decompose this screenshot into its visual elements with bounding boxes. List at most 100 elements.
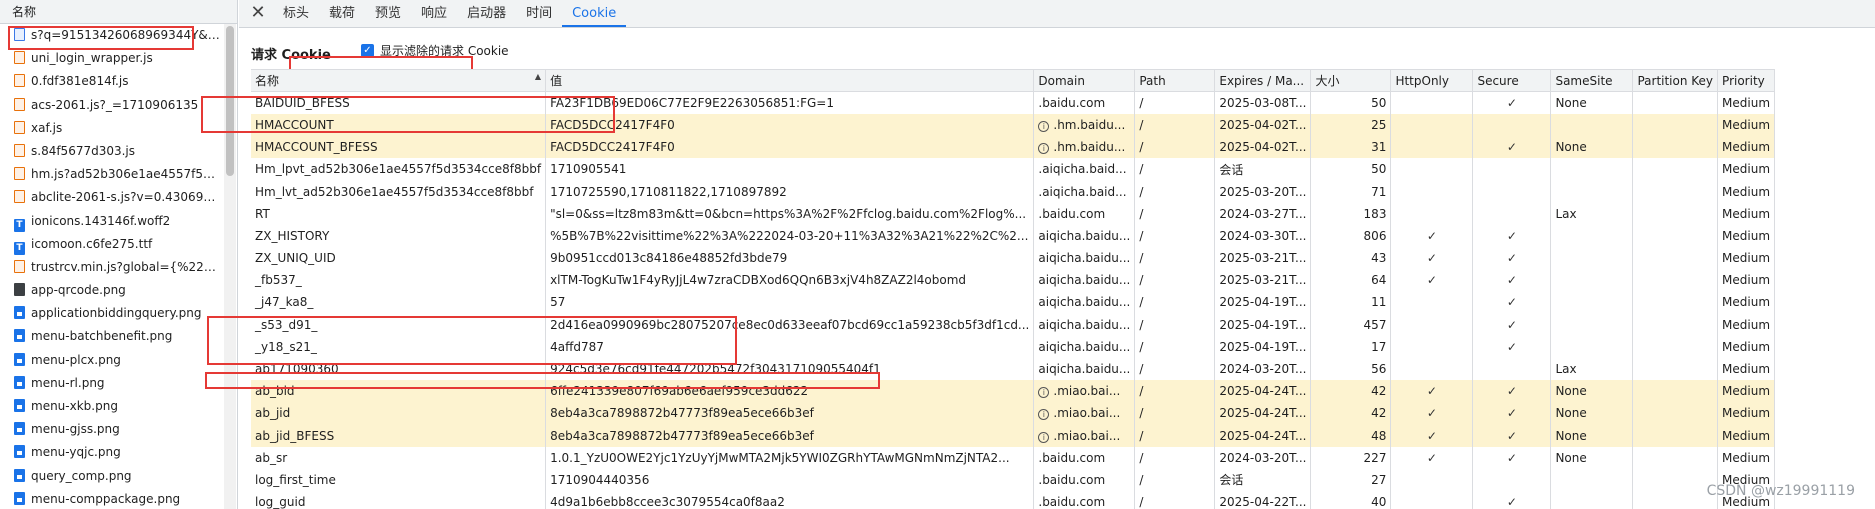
sort-ascending-icon[interactable]: ▲	[535, 72, 541, 81]
request-item[interactable]: xaf.js	[0, 117, 222, 140]
image-file-icon	[14, 283, 25, 297]
request-item[interactable]: query_comp.png	[0, 465, 222, 488]
cookie-row[interactable]: BAIDUID_BFESS FA23F1DB69ED06C77E2F9E22630…	[251, 91, 1776, 114]
request-item[interactable]: menu-xkb.png	[0, 395, 222, 418]
cookie-httponly-cell	[1390, 202, 1474, 225]
cookie-name: log_guid	[255, 495, 306, 509]
cookie-path: /	[1139, 472, 1144, 487]
column-header[interactable]: HttpOnly	[1390, 68, 1474, 93]
cookie-row[interactable]: ZX_HISTORY %5B%7B%22visittime%22%3A%22202…	[251, 224, 1776, 247]
column-header[interactable]: Partition Key	[1632, 68, 1719, 93]
info-icon[interactable]: i	[1038, 409, 1050, 421]
cookie-row[interactable]: Hm_lpvt_ad52b306e1ae4557f5d3534cce8f8bbf…	[251, 158, 1776, 181]
request-list-header[interactable]: 名称	[0, 0, 237, 24]
cookie-httponly: ✓	[1426, 428, 1437, 443]
tab-1[interactable]: 载荷	[319, 0, 365, 27]
request-item[interactable]: applicationbiddingquery.png	[0, 302, 222, 325]
cookie-httponly-cell	[1390, 180, 1474, 203]
tab-6[interactable]: Cookie	[562, 0, 627, 27]
column-header[interactable]: Priority	[1717, 68, 1776, 93]
tab-0[interactable]: 标头	[273, 0, 319, 27]
request-item[interactable]: trustrcv.min.js?global={%22co...	[0, 256, 222, 279]
tab-4[interactable]: 启动器	[457, 0, 516, 27]
request-name: menu-batchbenefit.png	[31, 329, 173, 344]
request-item[interactable]: app-qrcode.png	[0, 279, 222, 302]
cookie-row[interactable]: _y18_s21_ 4affd787 aiqicha.baidu... / 2025-0…	[251, 335, 1776, 358]
column-header[interactable]: 值	[545, 68, 1035, 93]
cookie-secure: ✓	[1506, 228, 1517, 243]
cookie-expires: 2025-04-19T...	[1219, 317, 1307, 332]
request-item[interactable]: menu-yqjc.png	[0, 441, 222, 464]
request-item[interactable]: s.84f5677d303.js	[0, 140, 222, 163]
cookie-path-cell: /	[1134, 158, 1216, 181]
request-name: ionicons.143146f.woff2	[31, 213, 171, 228]
cookie-size: 183	[1363, 206, 1387, 221]
close-icon[interactable]: ✕	[247, 0, 269, 27]
cookie-expires-cell: 2025-04-19T...	[1214, 291, 1312, 314]
info-icon[interactable]: i	[1038, 120, 1050, 132]
cookie-row[interactable]: log_first_time 1710904440356 .baidu.com / 会话…	[251, 468, 1776, 492]
cookie-row[interactable]: ab_sr 1.0.1_YzU0OWE2Yjc1YzUyYjMwMTA2Mjk5Y…	[251, 446, 1776, 469]
checkbox-checked-icon[interactable]: ✓	[361, 44, 374, 57]
cookie-row[interactable]: ab_jid_BFESS 8eb4a3ca7898872b47773f89ea5e…	[251, 424, 1776, 447]
cookie-priority-cell: Medium	[1717, 380, 1776, 403]
cookie-row[interactable]: ab_jid 8eb4a3ca7898872b47773f89ea5ece66b3…	[251, 402, 1776, 425]
tab-5[interactable]: 时间	[516, 0, 562, 27]
cookie-path-cell: /	[1134, 468, 1216, 492]
cookie-row[interactable]: ab171090360 924c5d3e76cd91fe447202b5472f3…	[251, 357, 1776, 381]
request-item[interactable]: Ticomoon.c6fe275.ttf	[0, 233, 222, 256]
cookie-domain-cell: i .hm.baidu...	[1033, 113, 1136, 137]
cookie-priority-cell: Medium	[1717, 357, 1776, 381]
tab-3[interactable]: 响应	[411, 0, 457, 27]
cookie-row[interactable]: ZX_UNIQ_UID 9b0951ccd013c84186e48852fd3bd…	[251, 247, 1776, 270]
request-item[interactable]: 0.fdf381e814f.js	[0, 70, 222, 93]
cookie-name-cell: ZX_UNIQ_UID	[251, 247, 547, 270]
cookie-row[interactable]: _fb537_ xlTM-TogKuTw1F4yRyJjL4w7zraCDBXod…	[251, 269, 1776, 292]
request-item[interactable]: hm.js?ad52b306e1ae4557f5d...	[0, 163, 222, 186]
cookie-row[interactable]: ab_bid 6ffe241339e807f69ab6e6aef959ce3dd6…	[251, 380, 1776, 403]
cookie-samesite: None	[1555, 406, 1587, 421]
request-name: uni_login_wrapper.js	[31, 51, 153, 66]
cookie-expires-cell: 2025-04-22T...	[1214, 491, 1312, 509]
request-item[interactable]: uni_login_wrapper.js	[0, 47, 222, 70]
request-item[interactable]: abclite-2061-s.js?v=0.4306914...	[0, 186, 222, 209]
cookie-partition-cell	[1632, 247, 1719, 270]
cookie-row[interactable]: _s53_d91_ 2d416ea0990969bc28075207ce8ec0d…	[251, 313, 1776, 336]
info-icon[interactable]: i	[1038, 431, 1050, 443]
cookie-size: 17	[1371, 339, 1387, 354]
request-item[interactable]: menu-comppackage.png	[0, 488, 222, 509]
request-item[interactable]: Tionicons.143146f.woff2	[0, 210, 222, 233]
column-header[interactable]: Expires / Ma...	[1214, 68, 1312, 93]
scrollbar-thumb[interactable]	[226, 26, 234, 176]
cookie-row[interactable]: Hm_lvt_ad52b306e1ae4557f5d3534cce8f8bbf 1…	[251, 180, 1776, 203]
request-item[interactable]: menu-gjss.png	[0, 418, 222, 441]
cookie-row[interactable]: RT "sl=0&ss=ltz8m83m&tt=0&bcn=https%3A%2F…	[251, 202, 1776, 225]
request-item[interactable]: menu-batchbenefit.png	[0, 325, 222, 348]
cookie-row[interactable]: HMACCOUNT FACD5DCC2417F4F0 i .hm.baidu.../2…	[251, 113, 1776, 137]
column-header[interactable]: 大小	[1310, 68, 1392, 93]
cookie-priority: Medium	[1722, 162, 1771, 177]
info-icon[interactable]: i	[1038, 143, 1050, 155]
cookie-path: /	[1139, 162, 1144, 177]
column-header[interactable]: Path	[1134, 68, 1216, 93]
request-item[interactable]: s?q=91513426068969344Y&t...	[0, 24, 222, 47]
show-filtered-cookies-checkbox[interactable]: ✓ 显示滤除的请求 Cookie	[361, 42, 509, 59]
script-file-icon	[14, 120, 25, 134]
column-header[interactable]: Secure	[1472, 68, 1552, 93]
request-item[interactable]: acs-2061.js?_=1710906135	[0, 94, 222, 117]
cookie-path-cell: /	[1134, 424, 1216, 447]
cookie-value-cell: FACD5DCC2417F4F0	[545, 113, 1035, 137]
column-header[interactable]: SameSite	[1550, 68, 1634, 93]
request-item[interactable]: menu-rl.png	[0, 372, 222, 395]
column-header[interactable]: Domain	[1033, 68, 1136, 93]
request-item[interactable]: menu-plcx.png	[0, 349, 222, 372]
cookie-row[interactable]: HMACCOUNT_BFESS FACD5DCC2417F4F0 i .hm.baid…	[251, 136, 1776, 159]
cookie-row[interactable]: log_guid 4d9a1b6ebb8ccee3c3079554ca0f8aa2…	[251, 491, 1776, 509]
request-list-scrollbar[interactable]	[224, 24, 236, 509]
column-header[interactable]: 名称 ▲	[251, 68, 547, 93]
cookie-row[interactable]: _j47_ka8_ 57 aiqicha.baidu... / 2025-04-19T.…	[251, 291, 1776, 314]
cookie-secure-cell: ✓	[1472, 91, 1552, 114]
cookie-name: log_first_time	[255, 472, 336, 487]
tab-2[interactable]: 预览	[365, 0, 411, 27]
info-icon[interactable]: i	[1038, 387, 1050, 399]
